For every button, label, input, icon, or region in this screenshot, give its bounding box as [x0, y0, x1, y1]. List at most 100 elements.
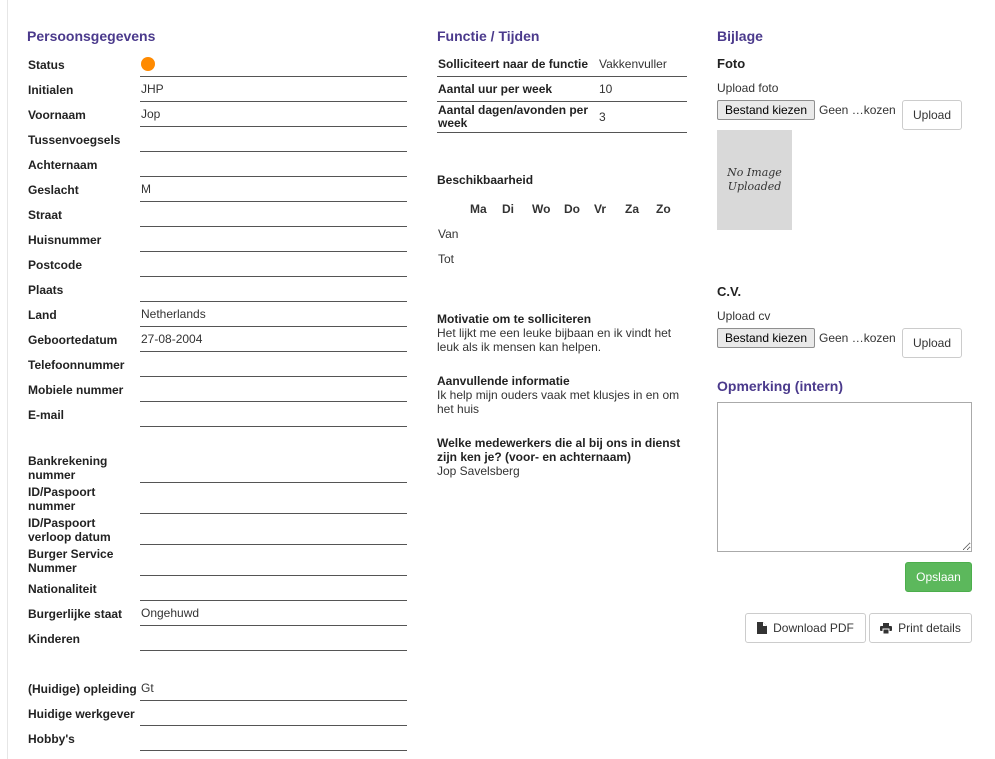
cv-upload-button[interactable]: Upload [902, 328, 962, 358]
motivation-label: Motivatie om te solliciteren [437, 312, 592, 326]
function-row: Solliciteert naar de functie Vakkenvulle… [437, 52, 687, 77]
print-details-button[interactable]: Print details [869, 613, 972, 643]
photo-title: Foto [717, 56, 746, 71]
personal-row-label: ID/Paspoort verloop datum [28, 515, 111, 544]
left-border [7, 0, 8, 759]
download-pdf-button[interactable]: Download PDF [745, 613, 866, 643]
personal-row: Tussenvoegsels [27, 127, 407, 152]
personal-row-label: Nationaliteit [28, 581, 97, 596]
personal-row-label: Status [28, 57, 65, 72]
personal-row-label: Huisnummer [28, 232, 102, 247]
personal-row: ID/Paspoort verloop datum [27, 514, 407, 545]
personal-row-value [140, 52, 407, 77]
personal-row-label: Burger Service Nummer [28, 546, 114, 575]
hours-row-value: 10 [599, 82, 613, 96]
cv-choose-file-button[interactable]: Bestand kiezen [717, 328, 815, 348]
personal-row-value: JHP [140, 77, 407, 102]
remark-textarea[interactable] [717, 402, 972, 552]
photo-choose-file-button[interactable]: Bestand kiezen [717, 100, 815, 120]
availability-to-label: Tot [438, 252, 455, 266]
personal-row-label: Plaats [28, 282, 64, 297]
personal-row: Huidige werkgever [27, 701, 407, 726]
hours-row: Aantal uur per week 10 [437, 77, 687, 102]
personal-row-label: Burgerlijke staat [28, 606, 123, 621]
personal-row-value [140, 127, 407, 152]
personal-row-value [140, 202, 407, 227]
personal-row: Burgerlijke staat Ongehuwd [27, 601, 407, 626]
personal-row-value [140, 252, 407, 277]
day-header: Vr [594, 202, 607, 216]
personal-row-value [140, 545, 407, 576]
personal-row-value [140, 576, 407, 601]
personal-row: Hobby's [27, 726, 407, 751]
day-header: Ma [470, 202, 487, 216]
personal-row: Straat [27, 202, 407, 227]
personal-row: Bankrekening nummer [27, 452, 407, 483]
personal-row: Mobiele nummer [27, 377, 407, 402]
personal-row-value [140, 152, 407, 177]
save-button[interactable]: Opslaan [905, 562, 972, 592]
colleagues-text: Jop Savelsberg [437, 464, 520, 478]
personal-row-label: Straat [28, 207, 63, 222]
personal-row-label: Mobiele nummer [28, 382, 124, 397]
personal-row: Initialen JHP [27, 77, 407, 102]
day-header: Zo [656, 202, 671, 216]
personal-row-label: Geboortedatum [28, 332, 118, 347]
personal-row: Kinderen [27, 626, 407, 651]
extra-info-label: Aanvullende informatie [437, 374, 570, 388]
personal-row-value [140, 726, 407, 751]
colleagues-label: Welke medewerkers die al bij ons in dien… [437, 436, 681, 464]
day-header: Di [502, 202, 514, 216]
personal-row-label: E-mail [28, 407, 65, 422]
day-header: Za [625, 202, 640, 216]
personal-row: Voornaam Jop [27, 102, 407, 127]
photo-placeholder: No Image Uploaded [717, 130, 792, 230]
personal-row: Geboortedatum 27-08-2004 [27, 327, 407, 352]
personal-row: ID/Paspoort nummer [27, 483, 407, 514]
print-icon [880, 622, 893, 634]
personal-row-label: Geslacht [28, 182, 79, 197]
personal-row-label: Huidige werkgever [28, 706, 135, 721]
no-image-line: Uploaded [727, 180, 782, 193]
personal-row: Postcode [27, 252, 407, 277]
remark-title: Opmerking (intern) [717, 378, 844, 394]
availability-title: Beschikbaarheid [437, 173, 534, 187]
personal-row: Status [27, 52, 407, 77]
personal-row-label: Kinderen [28, 631, 81, 646]
status-dot-icon [141, 57, 155, 71]
personal-row-label: ID/Paspoort nummer [28, 484, 96, 513]
cv-upload-label: Upload cv [717, 309, 771, 323]
attachment-title: Bijlage [717, 28, 763, 44]
day-header: Do [564, 202, 580, 216]
function-row-value: Vakkenvuller [599, 57, 667, 71]
personal-row-value [140, 352, 407, 377]
personal-row-value [140, 701, 407, 726]
personal-row-value: Gt [140, 676, 407, 701]
personal-row: E-mail [27, 402, 407, 427]
print-details-label: Print details [898, 621, 961, 635]
function-title: Functie / Tijden [437, 28, 540, 44]
personal-row-label: Voornaam [28, 107, 86, 122]
personal-row: Plaats [27, 277, 407, 302]
personal-row-value: Ongehuwd [140, 601, 407, 626]
personal-row-label: Achternaam [28, 157, 98, 172]
cv-title: C.V. [717, 284, 742, 299]
personal-row-label: Land [28, 307, 57, 322]
hours-row-label: Aantal uur per week [438, 81, 553, 96]
days-row: Aantal dagen/avonden per week 3 [437, 102, 687, 133]
personal-row-value [140, 277, 407, 302]
personal-row-value [140, 402, 407, 427]
personal-row: Achternaam [27, 152, 407, 177]
personal-row-value [140, 483, 407, 514]
download-pdf-label: Download PDF [773, 621, 854, 635]
personal-row: Geslacht M [27, 177, 407, 202]
days-row-value: 3 [599, 110, 606, 124]
personal-row-value [140, 626, 407, 651]
availability-from-label: Van [438, 227, 459, 241]
personal-row-value [140, 227, 407, 252]
photo-upload-button[interactable]: Upload [902, 100, 962, 130]
personal-row: Nationaliteit [27, 576, 407, 601]
personal-row-value: 27-08-2004 [140, 327, 407, 352]
personal-row-label: Hobby's [28, 731, 75, 746]
photo-upload-label: Upload foto [717, 81, 779, 95]
